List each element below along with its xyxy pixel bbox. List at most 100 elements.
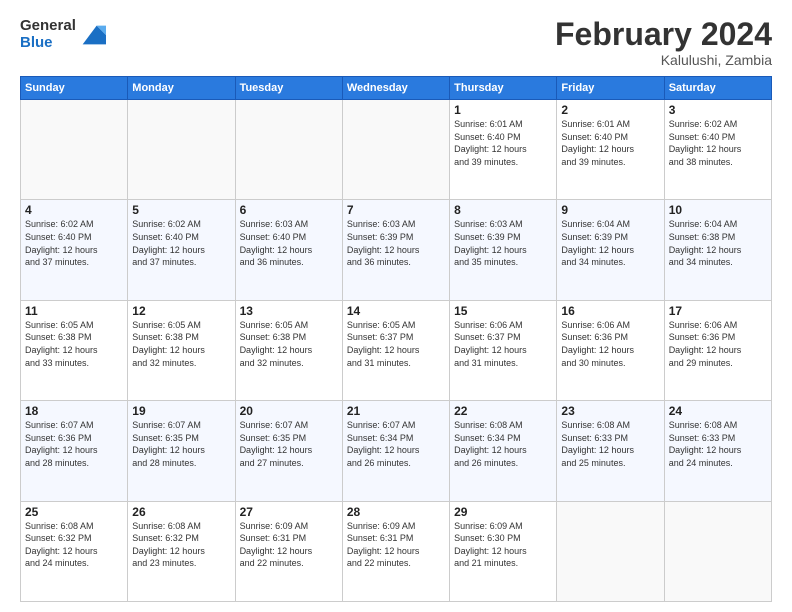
calendar-cell: 28Sunrise: 6:09 AM Sunset: 6:31 PM Dayli… (342, 501, 449, 601)
day-info: Sunrise: 6:05 AM Sunset: 6:38 PM Dayligh… (132, 319, 230, 369)
day-info: Sunrise: 6:03 AM Sunset: 6:40 PM Dayligh… (240, 218, 338, 268)
day-header-thursday: Thursday (450, 77, 557, 100)
week-row-4: 25Sunrise: 6:08 AM Sunset: 6:32 PM Dayli… (21, 501, 772, 601)
day-info: Sunrise: 6:08 AM Sunset: 6:32 PM Dayligh… (25, 520, 123, 570)
calendar-cell (128, 100, 235, 200)
day-info: Sunrise: 6:08 AM Sunset: 6:32 PM Dayligh… (132, 520, 230, 570)
day-number: 22 (454, 404, 552, 418)
calendar-cell: 9Sunrise: 6:04 AM Sunset: 6:39 PM Daylig… (557, 200, 664, 300)
title-block: February 2024 Kalulushi, Zambia (555, 18, 772, 68)
day-number: 5 (132, 203, 230, 217)
day-number: 15 (454, 304, 552, 318)
day-header-tuesday: Tuesday (235, 77, 342, 100)
day-info: Sunrise: 6:05 AM Sunset: 6:37 PM Dayligh… (347, 319, 445, 369)
subtitle: Kalulushi, Zambia (555, 52, 772, 68)
day-info: Sunrise: 6:01 AM Sunset: 6:40 PM Dayligh… (561, 118, 659, 168)
week-row-2: 11Sunrise: 6:05 AM Sunset: 6:38 PM Dayli… (21, 300, 772, 400)
calendar-cell: 13Sunrise: 6:05 AM Sunset: 6:38 PM Dayli… (235, 300, 342, 400)
day-info: Sunrise: 6:06 AM Sunset: 6:36 PM Dayligh… (669, 319, 767, 369)
day-number: 24 (669, 404, 767, 418)
day-number: 1 (454, 103, 552, 117)
day-number: 21 (347, 404, 445, 418)
logo-icon (78, 21, 106, 49)
calendar-cell: 7Sunrise: 6:03 AM Sunset: 6:39 PM Daylig… (342, 200, 449, 300)
day-number: 14 (347, 304, 445, 318)
day-number: 12 (132, 304, 230, 318)
calendar-cell: 11Sunrise: 6:05 AM Sunset: 6:38 PM Dayli… (21, 300, 128, 400)
day-info: Sunrise: 6:09 AM Sunset: 6:31 PM Dayligh… (347, 520, 445, 570)
day-number: 9 (561, 203, 659, 217)
day-info: Sunrise: 6:04 AM Sunset: 6:39 PM Dayligh… (561, 218, 659, 268)
day-info: Sunrise: 6:05 AM Sunset: 6:38 PM Dayligh… (240, 319, 338, 369)
day-header-saturday: Saturday (664, 77, 771, 100)
calendar-cell: 24Sunrise: 6:08 AM Sunset: 6:33 PM Dayli… (664, 401, 771, 501)
week-row-0: 1Sunrise: 6:01 AM Sunset: 6:40 PM Daylig… (21, 100, 772, 200)
calendar-body: 1Sunrise: 6:01 AM Sunset: 6:40 PM Daylig… (21, 100, 772, 602)
week-row-3: 18Sunrise: 6:07 AM Sunset: 6:36 PM Dayli… (21, 401, 772, 501)
logo-text: General Blue (20, 18, 76, 51)
day-header-monday: Monday (128, 77, 235, 100)
calendar-cell: 10Sunrise: 6:04 AM Sunset: 6:38 PM Dayli… (664, 200, 771, 300)
calendar-cell: 12Sunrise: 6:05 AM Sunset: 6:38 PM Dayli… (128, 300, 235, 400)
day-number: 29 (454, 505, 552, 519)
calendar-cell (342, 100, 449, 200)
calendar-cell: 26Sunrise: 6:08 AM Sunset: 6:32 PM Dayli… (128, 501, 235, 601)
day-info: Sunrise: 6:06 AM Sunset: 6:36 PM Dayligh… (561, 319, 659, 369)
day-info: Sunrise: 6:07 AM Sunset: 6:34 PM Dayligh… (347, 419, 445, 469)
day-info: Sunrise: 6:09 AM Sunset: 6:31 PM Dayligh… (240, 520, 338, 570)
calendar-cell: 23Sunrise: 6:08 AM Sunset: 6:33 PM Dayli… (557, 401, 664, 501)
day-info: Sunrise: 6:08 AM Sunset: 6:34 PM Dayligh… (454, 419, 552, 469)
day-info: Sunrise: 6:07 AM Sunset: 6:36 PM Dayligh… (25, 419, 123, 469)
day-info: Sunrise: 6:03 AM Sunset: 6:39 PM Dayligh… (347, 218, 445, 268)
calendar-cell (557, 501, 664, 601)
day-number: 19 (132, 404, 230, 418)
week-row-1: 4Sunrise: 6:02 AM Sunset: 6:40 PM Daylig… (21, 200, 772, 300)
day-info: Sunrise: 6:08 AM Sunset: 6:33 PM Dayligh… (561, 419, 659, 469)
calendar-cell (664, 501, 771, 601)
day-number: 26 (132, 505, 230, 519)
logo: General Blue (20, 18, 106, 51)
calendar-cell: 2Sunrise: 6:01 AM Sunset: 6:40 PM Daylig… (557, 100, 664, 200)
calendar-cell: 14Sunrise: 6:05 AM Sunset: 6:37 PM Dayli… (342, 300, 449, 400)
day-number: 17 (669, 304, 767, 318)
day-number: 18 (25, 404, 123, 418)
day-header-sunday: Sunday (21, 77, 128, 100)
calendar-cell (235, 100, 342, 200)
calendar-cell: 6Sunrise: 6:03 AM Sunset: 6:40 PM Daylig… (235, 200, 342, 300)
calendar: SundayMondayTuesdayWednesdayThursdayFrid… (20, 76, 772, 602)
day-header-friday: Friday (557, 77, 664, 100)
day-info: Sunrise: 6:04 AM Sunset: 6:38 PM Dayligh… (669, 218, 767, 268)
day-number: 20 (240, 404, 338, 418)
day-info: Sunrise: 6:08 AM Sunset: 6:33 PM Dayligh… (669, 419, 767, 469)
page: General Blue February 2024 Kalulushi, Za… (0, 0, 792, 612)
calendar-cell: 16Sunrise: 6:06 AM Sunset: 6:36 PM Dayli… (557, 300, 664, 400)
day-info: Sunrise: 6:06 AM Sunset: 6:37 PM Dayligh… (454, 319, 552, 369)
day-number: 28 (347, 505, 445, 519)
month-title: February 2024 (555, 18, 772, 50)
day-number: 6 (240, 203, 338, 217)
day-info: Sunrise: 6:01 AM Sunset: 6:40 PM Dayligh… (454, 118, 552, 168)
calendar-cell: 8Sunrise: 6:03 AM Sunset: 6:39 PM Daylig… (450, 200, 557, 300)
header-row: SundayMondayTuesdayWednesdayThursdayFrid… (21, 77, 772, 100)
day-number: 10 (669, 203, 767, 217)
day-info: Sunrise: 6:05 AM Sunset: 6:38 PM Dayligh… (25, 319, 123, 369)
calendar-header: SundayMondayTuesdayWednesdayThursdayFrid… (21, 77, 772, 100)
day-number: 2 (561, 103, 659, 117)
day-number: 13 (240, 304, 338, 318)
calendar-cell: 21Sunrise: 6:07 AM Sunset: 6:34 PM Dayli… (342, 401, 449, 501)
day-number: 11 (25, 304, 123, 318)
day-info: Sunrise: 6:03 AM Sunset: 6:39 PM Dayligh… (454, 218, 552, 268)
calendar-cell: 1Sunrise: 6:01 AM Sunset: 6:40 PM Daylig… (450, 100, 557, 200)
calendar-cell: 22Sunrise: 6:08 AM Sunset: 6:34 PM Dayli… (450, 401, 557, 501)
calendar-cell: 15Sunrise: 6:06 AM Sunset: 6:37 PM Dayli… (450, 300, 557, 400)
day-number: 8 (454, 203, 552, 217)
calendar-cell: 19Sunrise: 6:07 AM Sunset: 6:35 PM Dayli… (128, 401, 235, 501)
day-number: 3 (669, 103, 767, 117)
day-info: Sunrise: 6:02 AM Sunset: 6:40 PM Dayligh… (25, 218, 123, 268)
day-header-wednesday: Wednesday (342, 77, 449, 100)
calendar-cell: 25Sunrise: 6:08 AM Sunset: 6:32 PM Dayli… (21, 501, 128, 601)
calendar-cell: 4Sunrise: 6:02 AM Sunset: 6:40 PM Daylig… (21, 200, 128, 300)
calendar-cell: 27Sunrise: 6:09 AM Sunset: 6:31 PM Dayli… (235, 501, 342, 601)
calendar-cell: 3Sunrise: 6:02 AM Sunset: 6:40 PM Daylig… (664, 100, 771, 200)
calendar-cell: 29Sunrise: 6:09 AM Sunset: 6:30 PM Dayli… (450, 501, 557, 601)
